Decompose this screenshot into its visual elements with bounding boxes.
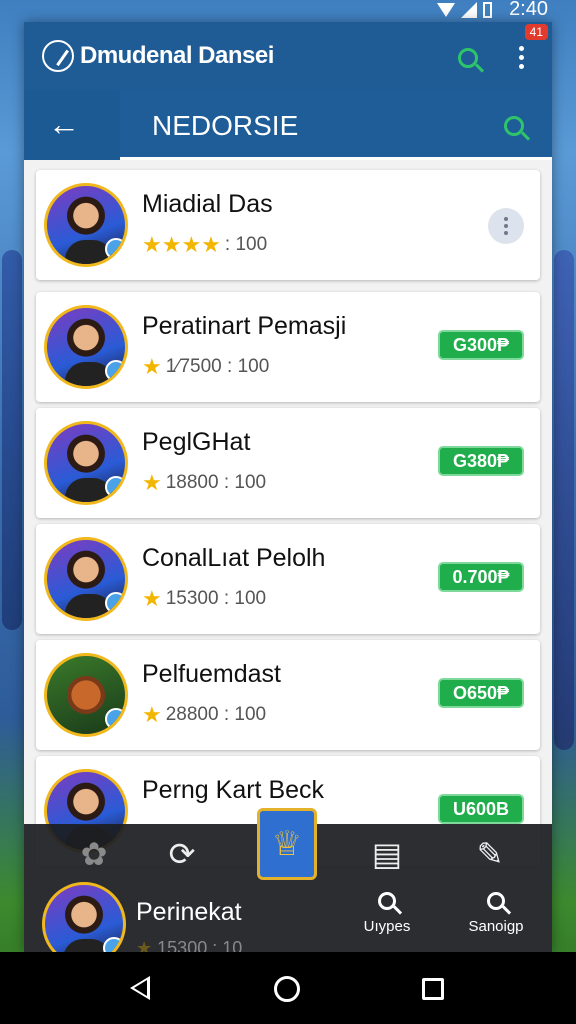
tab-active[interactable]: NEDORSIE [120,90,552,160]
app-logo-icon [42,40,74,72]
app-bar: Dmudenal Dansei 41 [24,22,552,90]
price-button[interactable]: G380₱ [438,446,524,476]
item-rating: ★ 28800 : 100 [142,702,267,727]
item-name: Pelfuemdast [142,660,281,688]
more-vert-icon [518,45,524,69]
item-name: Perng Kart Beck [142,776,325,804]
level-badge-icon [105,708,125,730]
item-name: ConalLıat Pelolh [142,544,326,572]
nav-home-badge-icon[interactable]: ♕ [257,808,317,880]
avatar [44,653,128,737]
avatar [44,183,128,267]
search-icon [504,116,524,136]
level-badge-icon [105,592,125,614]
bottom-user-name: Perinekat [136,898,242,926]
action-search-button[interactable]: Sanoigp [456,892,536,935]
status-bar: 2:40 [0,0,576,22]
item-rating: ★★★★ : 100 [142,232,268,257]
nav-home-icon[interactable] [274,976,300,1002]
nav-recents-icon[interactable] [422,978,444,1000]
arrow-left-icon: ← [48,106,80,142]
list-item[interactable]: PeglGHat ★ 18800 : 100 G380₱ [36,408,540,518]
avatar [42,882,126,952]
status-icons [437,2,492,18]
item-rating: ★ 15300 : 100 [142,586,267,611]
item-rating: ★ 18800 : 100 [142,470,267,495]
battery-icon [483,2,492,18]
list-item[interactable]: Pelfuemdast ★ 28800 : 100 O650₱ [36,640,540,750]
price-button[interactable]: G300₱ [438,330,524,360]
background-decoration [554,250,574,750]
app-title: Dmudenal Dansei [80,42,274,69]
back-button[interactable]: ← [48,108,80,140]
item-name: PeglGHat [142,428,251,456]
nav-document-icon[interactable]: ▤ [359,834,415,874]
star-icon: ★ [136,938,153,952]
app-window: Dmudenal Dansei 41 ← NEDORSIE Miadial Da… [24,22,552,952]
tab-label: NEDORSIE [152,110,299,141]
avatar [44,537,128,621]
item-rating: ★ 1⁄7500 : 100 [142,354,270,379]
nav-edit-icon[interactable]: ✎ [462,834,518,874]
search-icon [378,892,396,910]
system-nav-bar [0,952,576,1024]
star-icon: ★★★★ [142,232,221,257]
search-icon [458,48,478,68]
bottom-panel: ✿ ⟳ ♕ ▤ ✎ Perinekat ★ 15300 : 10 Uıypes … [24,808,552,952]
signal-icon [461,2,477,18]
price-button[interactable]: O650₱ [438,678,524,708]
nav-paint-icon[interactable]: ✿ [66,834,122,874]
level-badge-icon [103,937,123,952]
list-item[interactable]: Peratinart Pemasji ★ 1⁄7500 : 100 G300₱ [36,292,540,402]
item-name: Miadial Das [142,190,273,218]
star-icon: ★ [142,702,162,727]
item-name: Peratinart Pemasji [142,312,347,340]
price-button[interactable]: 0.700₱ [438,562,524,592]
avatar [44,305,128,389]
notification-badge: 41 [524,24,548,40]
action-types-button[interactable]: Uıypes [347,892,427,935]
bottom-user-rating: ★ 15300 : 10 [136,938,242,952]
wifi-icon [437,3,455,17]
item-more-button[interactable] [488,208,524,244]
search-button[interactable] [454,44,482,72]
level-badge-icon [105,360,125,382]
search-icon [487,892,505,910]
list-item[interactable]: ConalLıat Pelolh ★ 15300 : 100 0.700₱ [36,524,540,634]
level-badge-icon [105,238,125,260]
star-icon: ★ [142,354,162,379]
star-icon: ★ [142,586,162,611]
star-icon: ★ [142,470,162,495]
overflow-menu-button[interactable] [508,40,534,74]
avatar [44,421,128,505]
list-item[interactable]: Miadial Das ★★★★ : 100 [36,170,540,280]
background-decoration [2,250,22,630]
sub-header: ← NEDORSIE [24,90,552,160]
search-button-secondary[interactable] [500,112,528,140]
nav-refresh-icon[interactable]: ⟳ [154,834,210,874]
level-badge-icon [105,476,125,498]
nav-back-icon[interactable] [130,976,150,1000]
clock: 2:40 [509,0,548,20]
price-button[interactable]: U600B [438,794,524,824]
